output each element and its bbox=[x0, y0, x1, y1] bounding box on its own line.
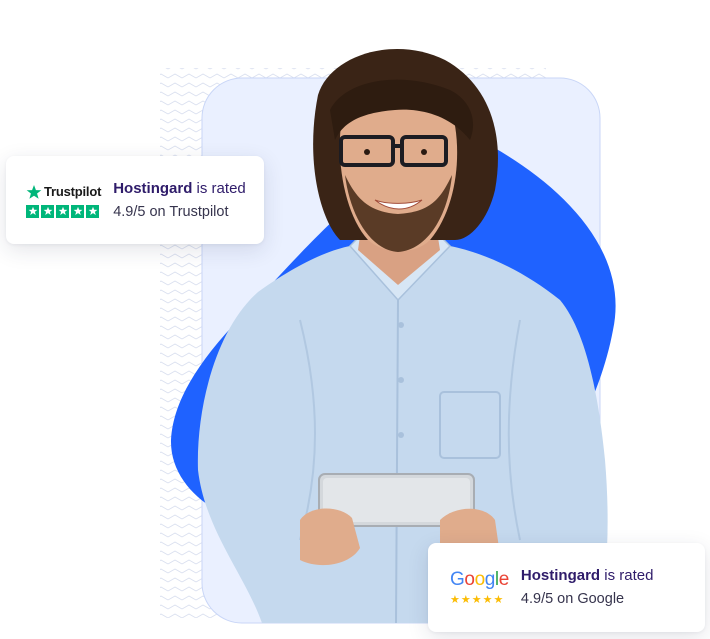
google-rating-text: Hostingard is rated 4.9/5 on Google bbox=[521, 566, 654, 609]
star-icon bbox=[86, 204, 99, 218]
google-logo-letter: e bbox=[498, 568, 510, 590]
star-icon: ★ bbox=[471, 592, 482, 606]
score-text: 4.9/5 on Google bbox=[520, 591, 625, 607]
star-icon bbox=[26, 204, 39, 218]
google-logo-letter: G bbox=[450, 568, 465, 590]
star-icon: ★ bbox=[460, 592, 471, 606]
brand-name: Hostingard bbox=[113, 179, 193, 197]
hero-illustration: Trustpilot Hostingard is rated 4.9/5 on … bbox=[0, 0, 710, 639]
google-stars: ★ ★ ★ ★ ★ bbox=[450, 592, 504, 606]
trustpilot-rating-text: Hostingard is rated 4.9/5 on Trustpilot bbox=[113, 179, 246, 222]
google-logo-letter: g bbox=[484, 568, 496, 590]
trustpilot-brand: Trustpilot bbox=[26, 183, 101, 218]
star-icon bbox=[71, 204, 84, 218]
google-logo-letter: o bbox=[474, 568, 486, 590]
star-icon bbox=[56, 204, 69, 218]
star-icon bbox=[41, 204, 54, 218]
score-text: 4.9/5 on Trustpilot bbox=[113, 203, 229, 220]
trustpilot-logo-text: Trustpilot bbox=[44, 184, 102, 199]
star-icon: ★ bbox=[493, 592, 504, 606]
rated-line: Hostingard is rated bbox=[521, 566, 654, 586]
google-brand: Google ★ ★ ★ ★ ★ bbox=[450, 568, 510, 606]
rated-line: Hostingard is rated bbox=[113, 179, 246, 199]
trustpilot-stars bbox=[26, 204, 99, 218]
google-logo-letter: o bbox=[464, 568, 475, 590]
rated-suffix: is rated bbox=[600, 567, 654, 584]
rated-suffix: is rated bbox=[192, 179, 246, 197]
star-icon: ★ bbox=[482, 592, 493, 606]
brand-name: Hostingard bbox=[520, 567, 601, 584]
google-rating-card: Google ★ ★ ★ ★ ★ Hostingard is rated 4.9/5 o… bbox=[428, 543, 705, 632]
google-logo: Google bbox=[450, 568, 510, 591]
trustpilot-rating-card: Trustpilot Hostingard is rated 4.9/5 on … bbox=[6, 156, 264, 244]
trustpilot-star-icon bbox=[26, 184, 42, 199]
trustpilot-logo: Trustpilot bbox=[26, 183, 101, 201]
star-icon: ★ bbox=[450, 592, 460, 606]
